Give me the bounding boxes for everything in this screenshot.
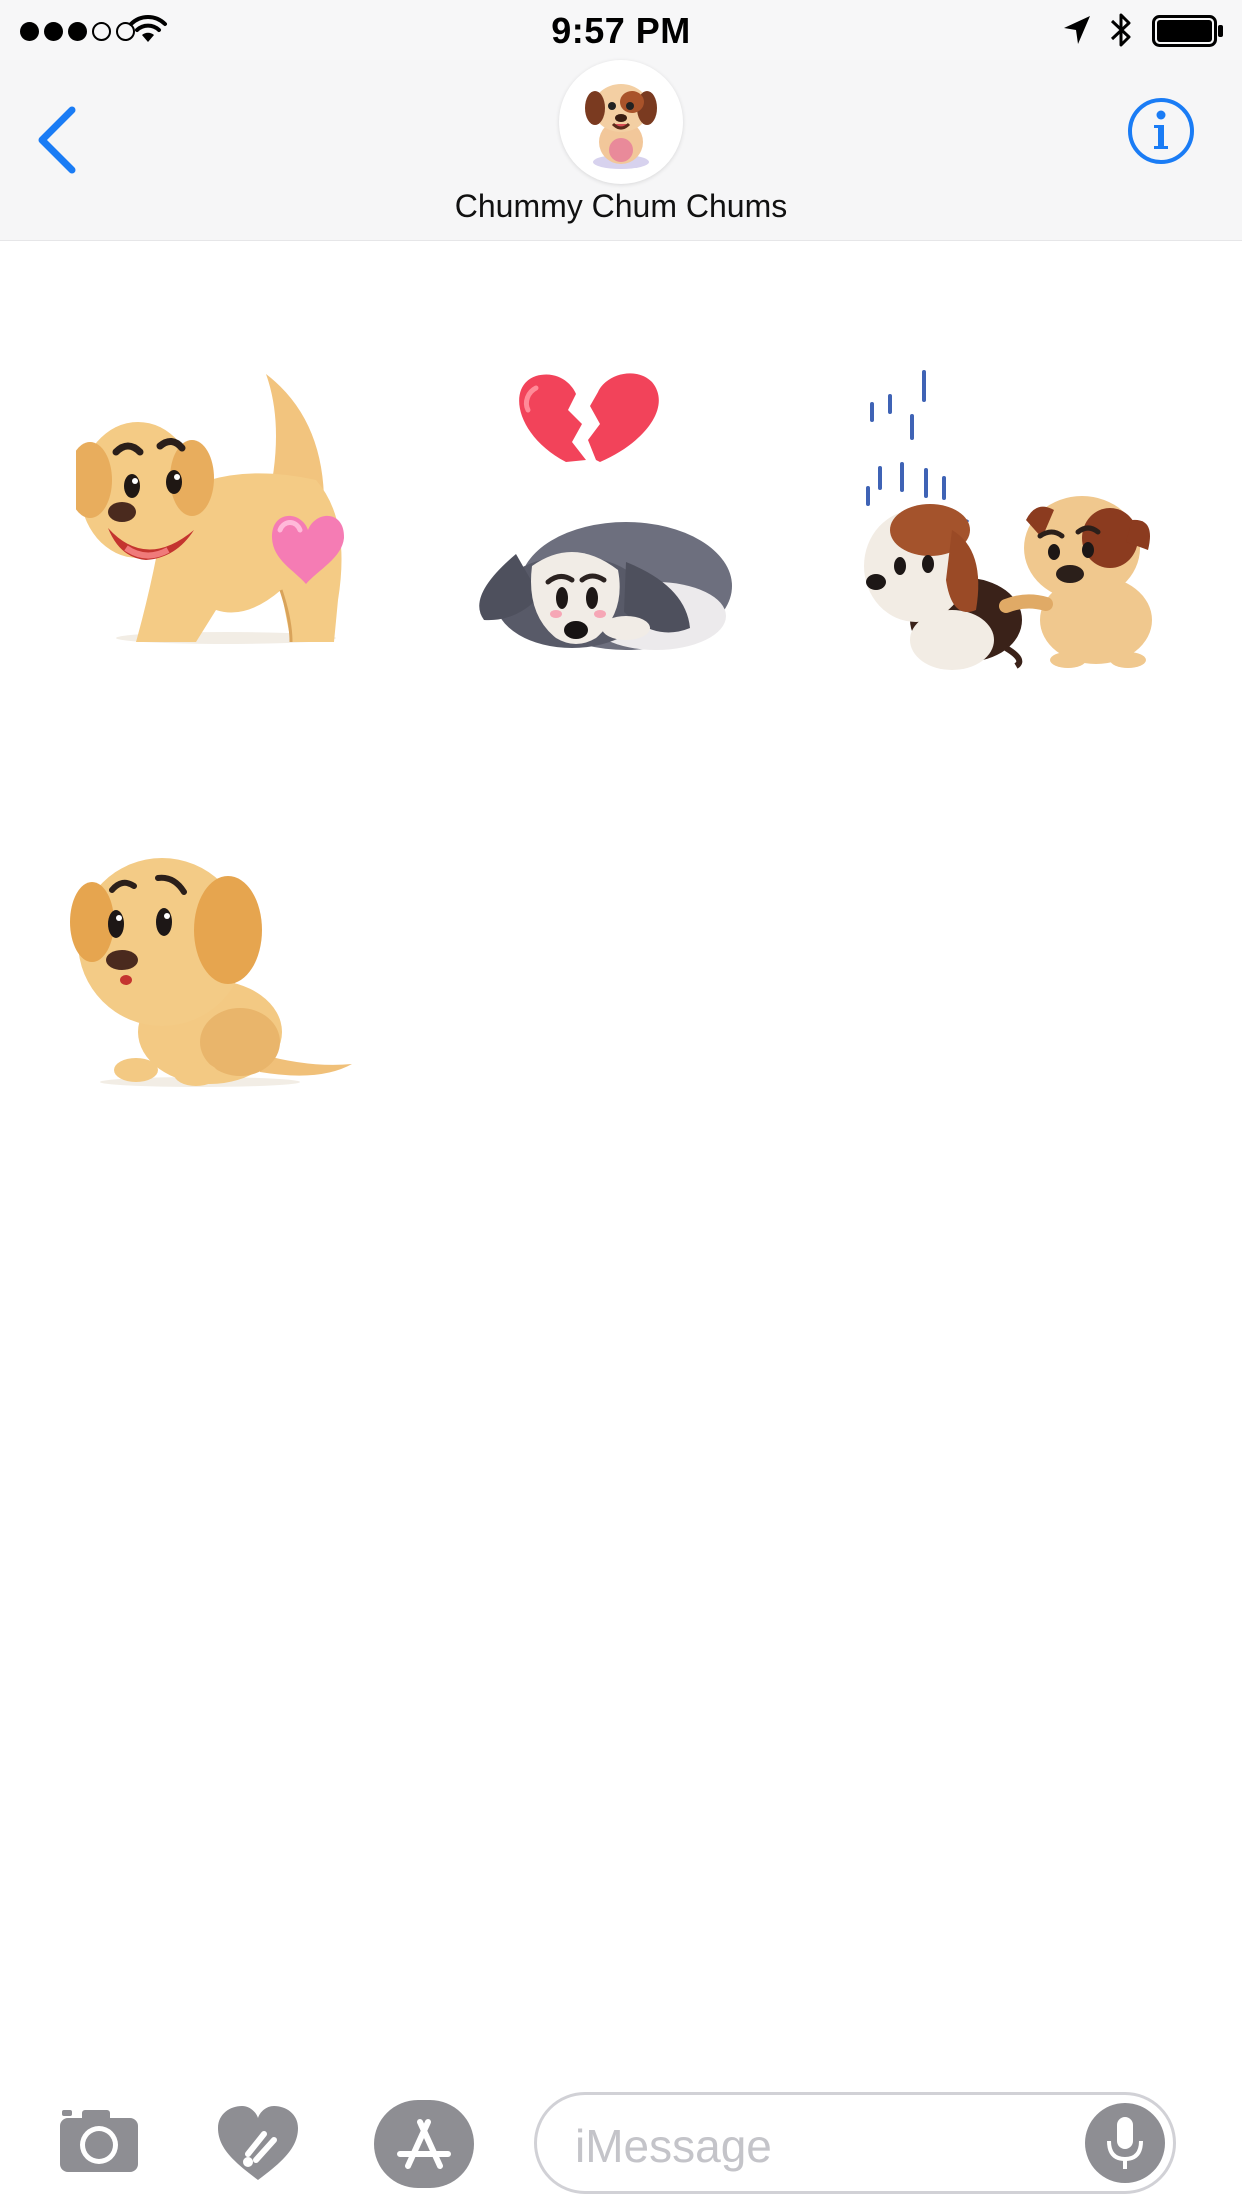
bluetooth-icon: [1110, 13, 1131, 47]
back-chevron-icon[interactable]: [28, 100, 88, 180]
imessage-input[interactable]: iMessage: [534, 2092, 1176, 2194]
sticker-broken-heart-dog[interactable]: [476, 366, 746, 656]
imessage-placeholder: iMessage: [575, 2120, 772, 2172]
app-store-icon[interactable]: [372, 2098, 476, 2190]
sticker-sad-puppy[interactable]: [70, 832, 360, 1088]
battery-icon: [1152, 15, 1223, 47]
status-bar: 9:57 PM: [0, 0, 1242, 60]
microphone-icon: [1107, 2117, 1143, 2169]
sticker-puppies-rain[interactable]: [856, 370, 1166, 670]
contact-avatar[interactable]: [559, 60, 683, 184]
microphone-button[interactable]: [1085, 2103, 1165, 2183]
info-icon[interactable]: [1126, 96, 1196, 166]
puppy-avatar-icon: [585, 84, 657, 169]
conversation-header: Chummy Chum Chums: [0, 60, 1242, 241]
conversation-title: Chummy Chum Chums: [454, 188, 788, 224]
camera-icon[interactable]: [54, 2106, 142, 2174]
sticker-puppy-heart[interactable]: [76, 370, 366, 650]
location-arrow-icon: [1064, 16, 1090, 44]
digital-touch-heart-icon[interactable]: [214, 2104, 302, 2184]
status-time: 9:57 PM: [551, 10, 691, 51]
